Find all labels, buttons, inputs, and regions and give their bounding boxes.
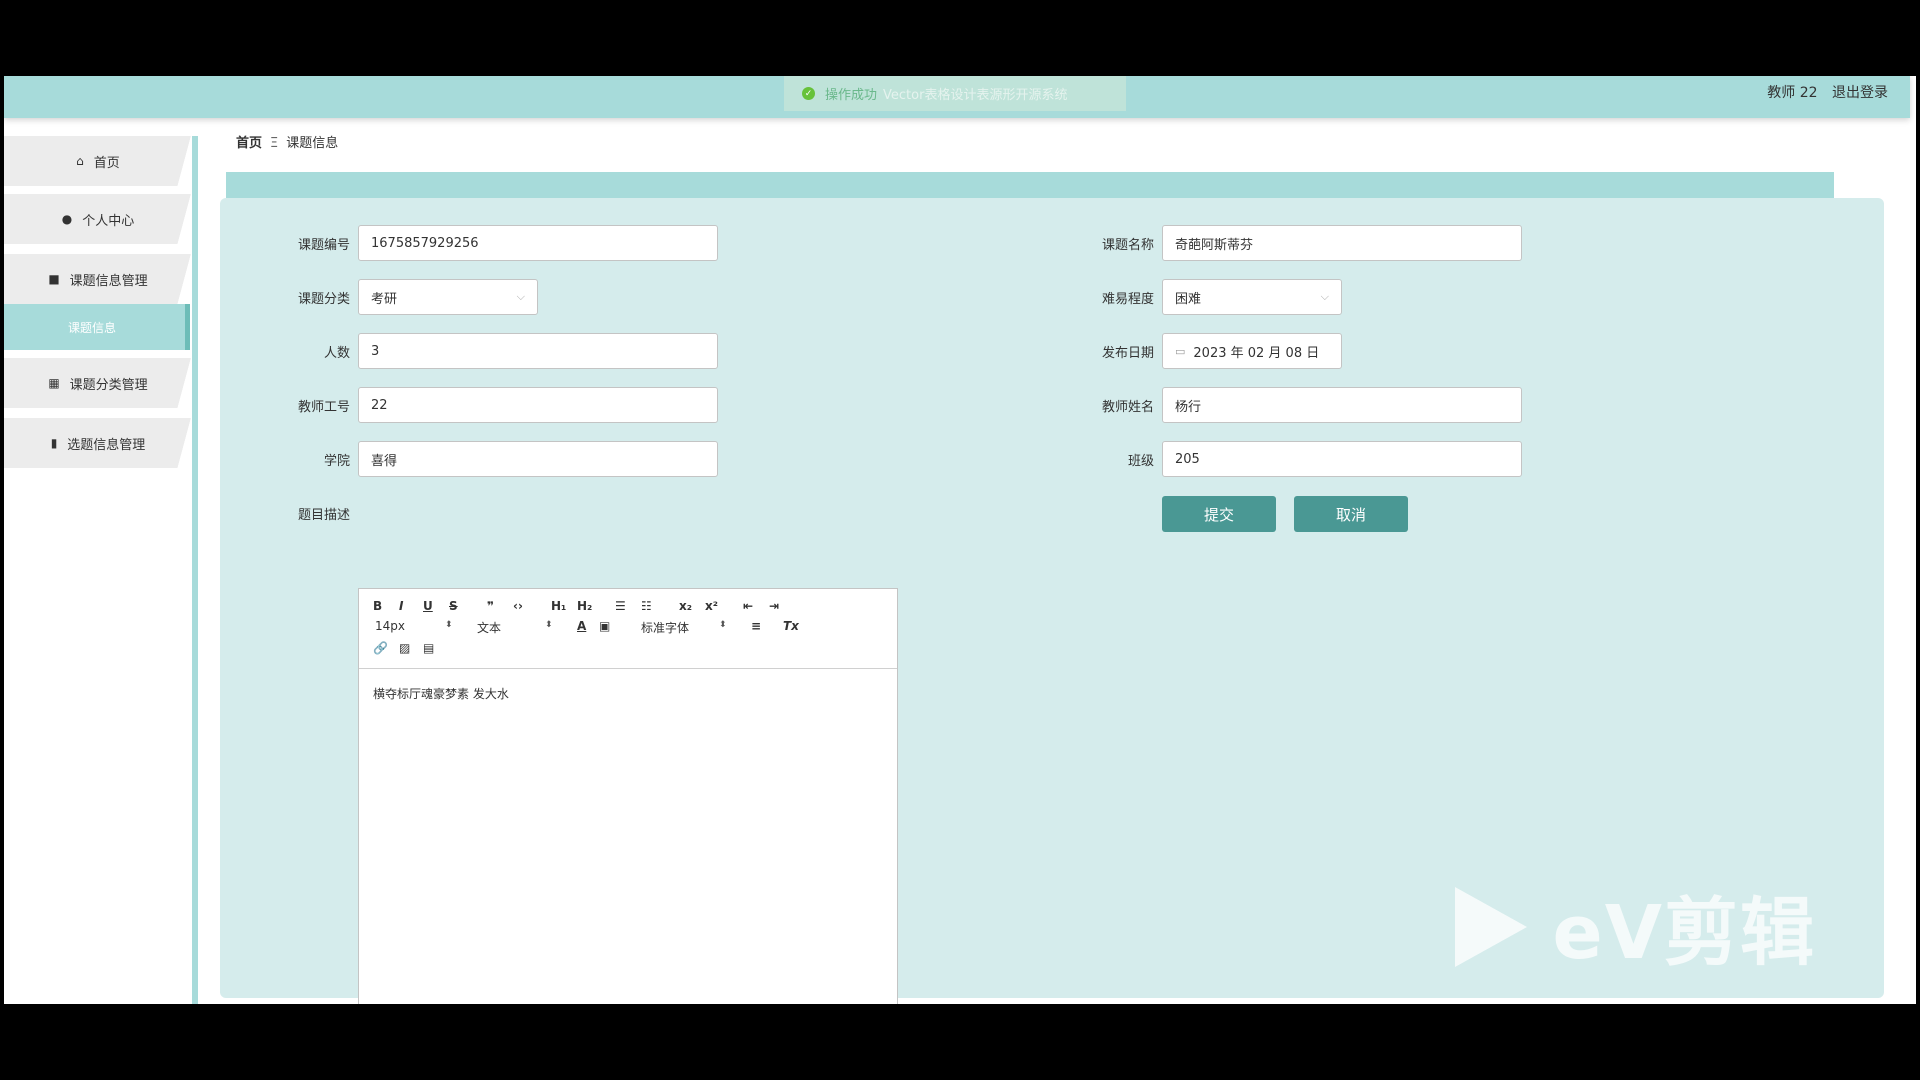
outdent-button[interactable]: ⇤ <box>743 599 753 613</box>
difficulty-label: 难易程度 <box>1101 292 1154 307</box>
briefcase-icon: ■ <box>48 272 60 286</box>
font-size-value: 14px <box>375 619 405 633</box>
home-icon: ⌂ <box>76 154 84 168</box>
count-label: 人数 <box>323 346 350 361</box>
sidebar-subitem-topic-info[interactable]: 课题信息 <box>4 304 190 350</box>
font-color-button[interactable]: A <box>577 619 586 633</box>
sidebar: ⌂ 首页 ● 个人中心 ■ 课题信息管理 课题信息 ▦ 课题分类管理 ▮ 选题信… <box>4 136 192 1004</box>
publish-date-label: 发布日期 <box>1101 346 1154 361</box>
college-label: 学院 <box>323 454 350 469</box>
publish-date-value: 2023 年 02 月 08 日 <box>1193 345 1320 361</box>
text-type-value: 文本 <box>477 621 502 635</box>
text-type-select[interactable]: 文本 ⬍ <box>477 619 557 636</box>
description-editor[interactable]: B I U S ❞ ‹› H₁ H₂ ☰ ☷ x₂ x² ⇤ ⇥ 14px ⬍ … <box>358 588 898 1004</box>
sidebar-item-selection-management[interactable]: ▮ 选题信息管理 <box>4 418 192 468</box>
publish-date-input[interactable]: ▭ 2023 年 02 月 08 日 <box>1162 333 1342 369</box>
image-icon[interactable]: ▨ <box>399 641 410 655</box>
h1-button[interactable]: H₁ <box>551 599 566 613</box>
user-name: 教师 22 <box>1767 85 1818 101</box>
teacher-no-label: 教师工号 <box>297 400 350 415</box>
success-toast: ✓ 操作成功 Vector表格设计表源形开源系统 <box>784 76 1126 111</box>
indent-button[interactable]: ⇥ <box>769 599 779 613</box>
check-icon: ✓ <box>802 87 815 100</box>
topic-no-label: 课题编号 <box>297 238 350 253</box>
cancel-button[interactable]: 取消 <box>1294 496 1408 532</box>
link-icon[interactable]: 🔗 <box>373 641 388 655</box>
category-label: 课题分类 <box>297 292 350 307</box>
app-window: ✓ 操作成功 Vector表格设计表源形开源系统 教师 22 退出登录 ⌂ 首页… <box>4 76 1916 1004</box>
video-icon[interactable]: ▤ <box>423 641 434 655</box>
updown-icon: ⬍ <box>445 620 453 630</box>
clear-format-button[interactable]: Tx <box>783 619 799 633</box>
align-button[interactable]: ≡ <box>751 619 761 633</box>
difficulty-select[interactable]: 困难 ⌵ <box>1162 279 1342 315</box>
top-bar: ✓ 操作成功 Vector表格设计表源形开源系统 教师 22 退出登录 <box>4 76 1910 118</box>
bold-button[interactable]: B <box>373 599 382 613</box>
updown-icon: ⬍ <box>545 620 553 630</box>
chevron-down-icon: ⌵ <box>516 290 525 303</box>
font-family-value: 标准字体 <box>641 621 690 635</box>
breadcrumb-current: 课题信息 <box>286 136 339 151</box>
college-input[interactable]: 喜得 <box>358 441 718 477</box>
sidebar-edge <box>192 136 198 1004</box>
submit-button[interactable]: 提交 <box>1162 496 1276 532</box>
sidebar-item-label: 个人中心 <box>82 213 135 229</box>
font-size-select[interactable]: 14px ⬍ <box>375 619 455 633</box>
watermark-text: eV剪辑 <box>1552 890 1816 976</box>
calendar-icon: ▭ <box>1175 344 1186 358</box>
topic-name-input[interactable]: 奇葩阿斯蒂芬 <box>1162 225 1522 261</box>
sidebar-item-category-management[interactable]: ▦ 课题分类管理 <box>4 358 192 408</box>
editor-toolbar: B I U S ❞ ‹› H₁ H₂ ☰ ☷ x₂ x² ⇤ ⇥ 14px ⬍ … <box>359 589 897 669</box>
toast-title: 操作成功 <box>825 88 878 103</box>
sidebar-item-label: 课题分类管理 <box>69 377 148 393</box>
teacher-no-input[interactable]: 22 <box>358 387 718 423</box>
chevron-down-icon: ⌵ <box>1320 290 1329 303</box>
quote-button[interactable]: ❞ <box>487 599 494 613</box>
bullet-list-button[interactable]: ☷ <box>641 599 652 613</box>
bg-color-button[interactable]: ▣ <box>599 619 610 633</box>
category-select[interactable]: 考研 ⌵ <box>358 279 538 315</box>
code-button[interactable]: ‹› <box>513 599 523 613</box>
sidebar-item-label: 选题信息管理 <box>67 437 146 453</box>
toast-message: Vector表格设计表源形开源系统 <box>883 88 1068 103</box>
subscript-button[interactable]: x₂ <box>679 599 692 613</box>
difficulty-value: 困难 <box>1175 291 1202 307</box>
play-icon <box>1454 886 1527 967</box>
sidebar-item-label: 课题信息管理 <box>69 273 148 289</box>
sidebar-item-profile[interactable]: ● 个人中心 <box>4 194 192 244</box>
superscript-button[interactable]: x² <box>705 599 718 613</box>
topic-name-label: 课题名称 <box>1101 238 1154 253</box>
class-label: 班级 <box>1127 454 1154 469</box>
logout-link[interactable]: 退出登录 <box>1832 85 1888 101</box>
sidebar-item-topic-management[interactable]: ■ 课题信息管理 <box>4 254 192 304</box>
teacher-name-label: 教师姓名 <box>1101 400 1154 415</box>
breadcrumb-home[interactable]: 首页 <box>236 136 262 151</box>
count-input[interactable]: 3 <box>358 333 718 369</box>
h2-button[interactable]: H₂ <box>577 599 592 613</box>
underline-button[interactable]: U <box>423 599 433 613</box>
user-icon: ● <box>61 212 73 226</box>
teacher-name-input[interactable]: 杨行 <box>1162 387 1522 423</box>
watermark: eV剪辑 <box>1454 873 1816 980</box>
user-area: 教师 22 退出登录 <box>1757 82 1888 102</box>
strike-button[interactable]: S <box>449 599 458 613</box>
breadcrumb: 首页 Ξ 课题信息 <box>236 132 338 151</box>
topic-no-input[interactable]: 1675857929256 <box>358 225 718 261</box>
updown-icon: ⬍ <box>719 620 727 630</box>
font-family-select[interactable]: 标准字体 ⬍ <box>641 619 731 636</box>
sidebar-item-home[interactable]: ⌂ 首页 <box>4 136 192 186</box>
ordered-list-button[interactable]: ☰ <box>615 599 626 613</box>
sidebar-item-label: 首页 <box>93 155 120 171</box>
clipboard-icon: ▮ <box>50 436 58 450</box>
category-value: 考研 <box>371 291 398 307</box>
editor-content[interactable]: 横夺标厅魂豪梦素 发大水 <box>373 685 509 702</box>
description-label: 题目描述 <box>297 508 350 523</box>
italic-button[interactable]: I <box>399 599 403 613</box>
class-input[interactable]: 205 <box>1162 441 1522 477</box>
breadcrumb-separator: Ξ <box>270 136 279 151</box>
grid-icon: ▦ <box>48 376 60 390</box>
